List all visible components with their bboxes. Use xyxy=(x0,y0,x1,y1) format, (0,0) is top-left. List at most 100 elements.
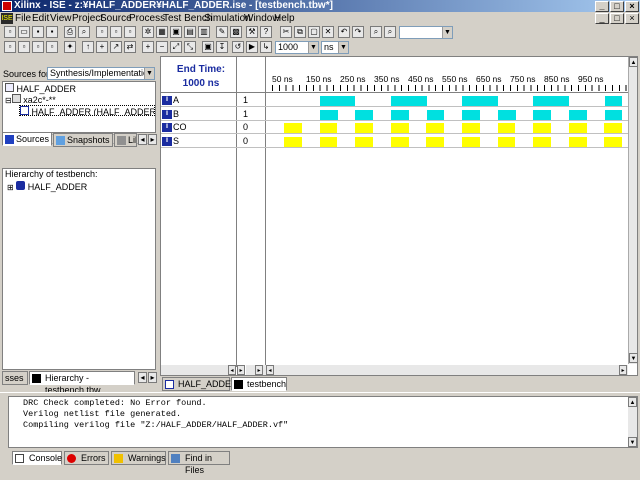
stimulus-pulse[interactable] xyxy=(337,96,356,106)
stimulus-pulse[interactable] xyxy=(462,109,480,120)
wave-hscroll[interactable]: ◂ ▸ xyxy=(266,365,628,375)
move-icon[interactable]: ⇄ xyxy=(124,41,136,53)
stimulus-pulse[interactable] xyxy=(604,96,623,106)
new-file-icon[interactable]: ▫ xyxy=(4,26,16,38)
tab-processes[interactable]: sses xyxy=(2,371,28,385)
left-tab-scroll-right-icon[interactable]: ▸ xyxy=(148,372,157,383)
scroll-down-icon[interactable]: ▼ xyxy=(629,353,638,363)
panel-sources-icon[interactable]: ▫ xyxy=(4,41,16,53)
doc-minimize-button[interactable]: _ xyxy=(595,13,609,24)
menu-process[interactable]: Process xyxy=(129,12,165,25)
hierarchy-item-half-adder[interactable]: ⊞ HALF_ADDER xyxy=(7,181,87,192)
run-for-icon[interactable]: ↳ xyxy=(260,41,272,53)
arrow-icon[interactable]: ↗ xyxy=(110,41,122,53)
stimulus-pulse[interactable] xyxy=(319,109,338,120)
tab-sources[interactable]: Sources xyxy=(2,132,52,146)
stimulus-pulse[interactable] xyxy=(480,96,498,106)
redo-icon[interactable]: ↷ xyxy=(352,26,364,38)
menu-view[interactable]: View xyxy=(50,12,72,25)
zoom-fit-icon[interactable]: ⤢ xyxy=(170,41,182,53)
sources-view-select[interactable]: Synthesis/Implementation ▼ xyxy=(47,67,155,80)
tree-item-project[interactable]: HALF_ADDER xyxy=(5,83,76,94)
tab-warnings[interactable]: Warnings xyxy=(111,451,166,465)
stimulus-pulse[interactable] xyxy=(355,109,374,120)
table-icon[interactable]: ▥ xyxy=(198,26,210,38)
tab-errors[interactable]: Errors xyxy=(64,451,109,465)
save-all-icon[interactable]: ▪ xyxy=(46,26,58,38)
console-vscroll[interactable]: ▲ ▼ xyxy=(628,397,637,447)
menu-help[interactable]: Help xyxy=(274,12,295,25)
tab-console[interactable]: Console xyxy=(12,451,62,465)
find-next-icon[interactable]: ⌕ xyxy=(384,26,396,38)
zoom-in-icon[interactable]: + xyxy=(142,41,154,53)
zoom-full-icon[interactable]: ⤡ xyxy=(184,41,196,53)
stimulus-pulse[interactable] xyxy=(426,109,445,120)
stimulus-pulse[interactable] xyxy=(551,96,569,106)
values-scroll-right-icon[interactable]: ▸ xyxy=(255,365,263,375)
stimulus-pulse[interactable] xyxy=(391,96,409,106)
help-pointer-icon[interactable]: ? xyxy=(260,26,272,38)
menu-project[interactable]: Project xyxy=(72,12,103,25)
names-hscroll[interactable] xyxy=(161,365,236,375)
left-tab-scroll-left-icon[interactable]: ◂ xyxy=(138,372,147,383)
open-folder-icon[interactable]: ▭ xyxy=(18,26,30,38)
signal-row-b[interactable]: ll B 1 xyxy=(161,108,628,121)
doc-restore-button[interactable]: □ xyxy=(610,13,624,24)
stimulus-pulse[interactable] xyxy=(497,109,516,120)
tab-libraries[interactable]: Lib xyxy=(114,133,137,147)
tab-find-in-files[interactable]: Find in Files xyxy=(168,451,230,475)
marker-icon[interactable]: ↑ xyxy=(82,41,94,53)
run-icon[interactable]: ▶ xyxy=(246,41,258,53)
tree-item-half-adder[interactable]: HALF_ADDER (HALF_ADDER.sch) xyxy=(19,105,155,116)
time-unit-select[interactable]: ns ▼ xyxy=(321,41,349,54)
grid-icon[interactable]: ▤ xyxy=(184,26,196,38)
stimulus-pulse[interactable] xyxy=(319,96,338,106)
signal-row-co[interactable]: ll CO 0 xyxy=(161,121,628,134)
maximize-button[interactable]: □ xyxy=(610,1,624,12)
stimulus-pulse[interactable] xyxy=(391,109,409,120)
stimulus-pulse[interactable] xyxy=(604,109,623,120)
signal-row-s[interactable]: ll S 0 xyxy=(161,135,628,148)
panel-workspace-icon[interactable]: ▫ xyxy=(46,41,58,53)
save-icon[interactable]: ▪ xyxy=(32,26,44,38)
menu-edit[interactable]: Edit xyxy=(32,12,49,25)
stimulus-pulse[interactable] xyxy=(533,96,552,106)
simulate-icon[interactable]: ▣ xyxy=(202,41,214,53)
print-icon[interactable]: ⎙ xyxy=(64,26,76,38)
tab-hierarchy-testbench[interactable]: Hierarchy - testbench.tbw xyxy=(29,371,135,395)
delete-icon[interactable]: ✕ xyxy=(322,26,334,38)
cut-icon[interactable]: ✂ xyxy=(280,26,292,38)
console-scroll-down-icon[interactable]: ▼ xyxy=(628,437,637,447)
chip-icon[interactable]: ▩ xyxy=(230,26,242,38)
stimulus-pulse[interactable] xyxy=(408,96,427,106)
schematic-icon[interactable]: ▦ xyxy=(156,26,168,38)
tab-scroll-left-icon[interactable]: ◂ xyxy=(138,134,147,145)
copy-doc-icon[interactable]: ▫ xyxy=(110,26,122,38)
splitter[interactable] xyxy=(0,392,640,394)
wrench-icon[interactable]: ⚒ xyxy=(246,26,258,38)
minimize-button[interactable]: _ xyxy=(595,1,609,12)
doc-close-button[interactable]: × xyxy=(625,13,639,24)
expand-icon[interactable]: ⊞ xyxy=(7,183,14,192)
settings-icon[interactable]: ✲ xyxy=(142,26,154,38)
scroll-up-icon[interactable]: ▲ xyxy=(629,57,638,67)
lightbulb-icon[interactable]: ✦ xyxy=(64,41,76,53)
find-combo[interactable]: ▼ xyxy=(399,26,453,39)
doc-icon[interactable]: ▫ xyxy=(96,26,108,38)
signal-row-a[interactable]: ll A 1 xyxy=(161,94,628,107)
restart-icon[interactable]: ↺ xyxy=(232,41,244,53)
stimulus-pulse[interactable] xyxy=(462,96,480,106)
stimulus-pulse[interactable] xyxy=(569,109,587,120)
close-button[interactable]: × xyxy=(625,1,639,12)
tab-testbench[interactable]: testbench xyxy=(231,377,287,391)
print-preview-icon[interactable]: ⌕ xyxy=(78,26,90,38)
wave-scroll-left-icon[interactable]: ◂ xyxy=(266,365,274,375)
tab-scroll-right-icon[interactable]: ▸ xyxy=(148,134,157,145)
console-scroll-up-icon[interactable]: ▲ xyxy=(628,397,637,407)
menu-file[interactable]: File xyxy=(15,12,31,25)
panel-console-icon[interactable]: ▫ xyxy=(32,41,44,53)
step-icon[interactable]: ↧ xyxy=(216,41,228,53)
copy-icon[interactable]: ⧉ xyxy=(294,26,306,38)
menu-source[interactable]: Source xyxy=(100,12,132,25)
zoom-out-icon[interactable]: − xyxy=(156,41,168,53)
